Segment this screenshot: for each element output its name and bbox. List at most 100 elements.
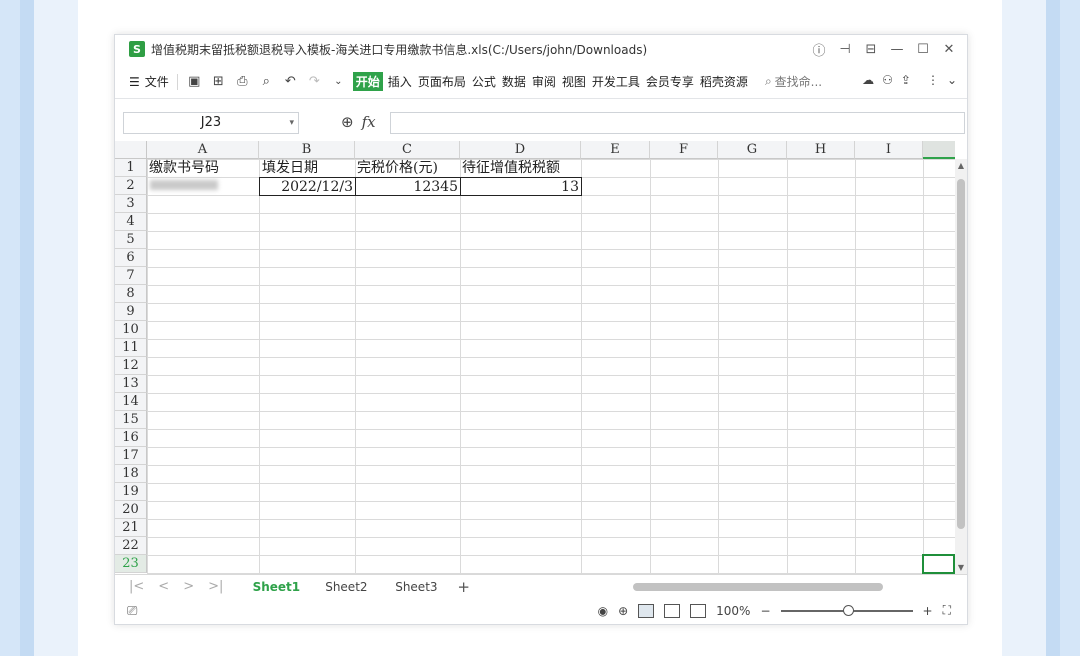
horizontal-scroll-thumb[interactable] bbox=[633, 583, 883, 591]
sheet-tab-2[interactable]: Sheet2 bbox=[311, 580, 381, 594]
save-as-icon[interactable]: ⊞ bbox=[210, 73, 227, 90]
page-break-view-icon[interactable] bbox=[690, 603, 707, 618]
row-header-23[interactable]: 23 bbox=[115, 555, 147, 573]
close-icon[interactable]: ✕ bbox=[939, 39, 959, 59]
function-icon[interactable]: fx bbox=[362, 113, 376, 131]
add-sheet-icon[interactable]: + bbox=[457, 578, 470, 596]
fullscreen-icon[interactable]: ⛶ bbox=[943, 603, 951, 618]
minimize-icon[interactable]: — bbox=[887, 39, 907, 59]
scroll-up-icon[interactable]: ▲ bbox=[955, 161, 967, 170]
vertical-scroll-thumb[interactable] bbox=[957, 179, 965, 529]
input-mode-icon[interactable]: ⊕ bbox=[618, 604, 628, 618]
select-all-corner[interactable] bbox=[115, 141, 147, 159]
command-search[interactable]: ⌕ 查找命... bbox=[765, 73, 822, 90]
tab-home[interactable]: 开始 bbox=[352, 72, 383, 91]
eye-protection-icon[interactable]: ◉ bbox=[598, 604, 608, 618]
redo-icon[interactable]: ↷ bbox=[306, 73, 323, 90]
more-options-icon[interactable]: ⋮ bbox=[927, 73, 939, 87]
chevron-down-icon[interactable]: ▾ bbox=[289, 113, 294, 133]
row-header-7[interactable]: 7 bbox=[115, 267, 147, 285]
column-header-D[interactable]: D bbox=[460, 141, 581, 159]
sheet-tab-3[interactable]: Sheet3 bbox=[381, 580, 451, 594]
pin-icon[interactable]: ⊣ bbox=[835, 39, 855, 59]
column-header-I[interactable]: I bbox=[855, 141, 923, 159]
tab-formulas[interactable]: 公式 bbox=[471, 72, 497, 91]
column-header-B[interactable]: B bbox=[259, 141, 355, 159]
cell-C2[interactable]: 12345 bbox=[355, 177, 461, 196]
column-header-F[interactable]: F bbox=[650, 141, 718, 159]
row-header-20[interactable]: 20 bbox=[115, 501, 147, 519]
prev-sheet-icon[interactable]: < bbox=[158, 579, 169, 594]
cell-D1[interactable]: 待征增值税税额 bbox=[460, 159, 581, 177]
zoom-level[interactable]: 100% bbox=[716, 604, 750, 618]
page-layout-view-icon[interactable] bbox=[664, 603, 681, 618]
zoom-find-icon[interactable]: ⊕ bbox=[341, 113, 354, 131]
row-header-5[interactable]: 5 bbox=[115, 231, 147, 249]
active-cell-J23[interactable] bbox=[922, 554, 955, 574]
column-header-H[interactable]: H bbox=[787, 141, 855, 159]
zoom-out-icon[interactable]: − bbox=[760, 604, 770, 618]
undo-icon[interactable]: ↶ bbox=[282, 73, 299, 90]
tab-insert[interactable]: 插入 bbox=[387, 72, 413, 91]
horizontal-scrollbar[interactable] bbox=[615, 582, 935, 592]
row-header-3[interactable]: 3 bbox=[115, 195, 147, 213]
row-header-9[interactable]: 9 bbox=[115, 303, 147, 321]
cell-area[interactable] bbox=[147, 159, 955, 574]
tab-developer[interactable]: 开发工具 bbox=[591, 72, 641, 91]
row-header-8[interactable]: 8 bbox=[115, 285, 147, 303]
row-header-19[interactable]: 19 bbox=[115, 483, 147, 501]
collaborate-icon[interactable]: ⚇ bbox=[882, 73, 893, 87]
row-header-1[interactable]: 1 bbox=[115, 159, 147, 177]
next-sheet-icon[interactable]: > bbox=[183, 579, 194, 594]
save-icon[interactable]: ▣ bbox=[186, 73, 203, 90]
first-sheet-icon[interactable]: |< bbox=[129, 579, 144, 594]
file-menu[interactable]: ☰ 文件 bbox=[129, 73, 169, 90]
print-icon[interactable]: ⎙ bbox=[234, 73, 251, 90]
name-box[interactable]: J23 ▾ bbox=[123, 112, 299, 134]
layout-icon[interactable]: ⊟ bbox=[861, 39, 881, 59]
tab-data[interactable]: 数据 bbox=[501, 72, 527, 91]
row-header-21[interactable]: 21 bbox=[115, 519, 147, 537]
column-header-C[interactable]: C bbox=[355, 141, 460, 159]
row-header-16[interactable]: 16 bbox=[115, 429, 147, 447]
normal-view-icon[interactable] bbox=[638, 603, 655, 618]
row-header-22[interactable]: 22 bbox=[115, 537, 147, 555]
tab-page-layout[interactable]: 页面布局 bbox=[417, 72, 467, 91]
row-header-14[interactable]: 14 bbox=[115, 393, 147, 411]
scroll-down-icon[interactable]: ▼ bbox=[955, 563, 967, 572]
row-header-6[interactable]: 6 bbox=[115, 249, 147, 267]
collapse-ribbon-icon[interactable]: ⌄ bbox=[947, 73, 957, 87]
sheet-tab-1[interactable]: Sheet1 bbox=[241, 580, 311, 594]
cell-B1[interactable]: 填发日期 bbox=[260, 159, 355, 177]
column-header-E[interactable]: E bbox=[581, 141, 650, 159]
cell-D2[interactable]: 13 bbox=[460, 177, 582, 196]
last-sheet-icon[interactable]: >| bbox=[208, 579, 223, 594]
vertical-scrollbar[interactable]: ▲ ▼ bbox=[955, 159, 967, 574]
tab-view[interactable]: 视图 bbox=[561, 72, 587, 91]
cloud-sync-icon[interactable]: ☁ bbox=[862, 73, 874, 87]
maximize-icon[interactable]: ☐ bbox=[913, 39, 933, 59]
tab-docer[interactable]: 稻壳资源 bbox=[699, 72, 749, 91]
print-preview-icon[interactable]: ⌕ bbox=[258, 73, 275, 90]
zoom-slider-knob[interactable] bbox=[842, 604, 854, 616]
tab-review[interactable]: 审阅 bbox=[531, 72, 557, 91]
formula-input[interactable] bbox=[390, 112, 965, 134]
cell-A1[interactable]: 缴款书号码 bbox=[147, 159, 259, 177]
row-header-11[interactable]: 11 bbox=[115, 339, 147, 357]
zoom-in-icon[interactable]: + bbox=[923, 604, 933, 618]
row-header-15[interactable]: 15 bbox=[115, 411, 147, 429]
row-header-17[interactable]: 17 bbox=[115, 447, 147, 465]
macro-record-icon[interactable]: ⎚ bbox=[127, 604, 137, 619]
row-header-2[interactable]: 2 bbox=[115, 177, 147, 195]
row-header-12[interactable]: 12 bbox=[115, 357, 147, 375]
more-chevron-icon[interactable]: ⌄ bbox=[330, 73, 347, 90]
row-header-18[interactable]: 18 bbox=[115, 465, 147, 483]
info-icon[interactable]: ⓘ bbox=[809, 39, 829, 59]
zoom-slider[interactable] bbox=[780, 604, 913, 616]
column-header-G[interactable]: G bbox=[718, 141, 787, 159]
cell-B2[interactable]: 2022/12/3 bbox=[259, 177, 356, 196]
row-header-13[interactable]: 13 bbox=[115, 375, 147, 393]
tab-member[interactable]: 会员专享 bbox=[645, 72, 695, 91]
row-header-10[interactable]: 10 bbox=[115, 321, 147, 339]
share-icon[interactable]: ⇪ bbox=[901, 73, 911, 87]
